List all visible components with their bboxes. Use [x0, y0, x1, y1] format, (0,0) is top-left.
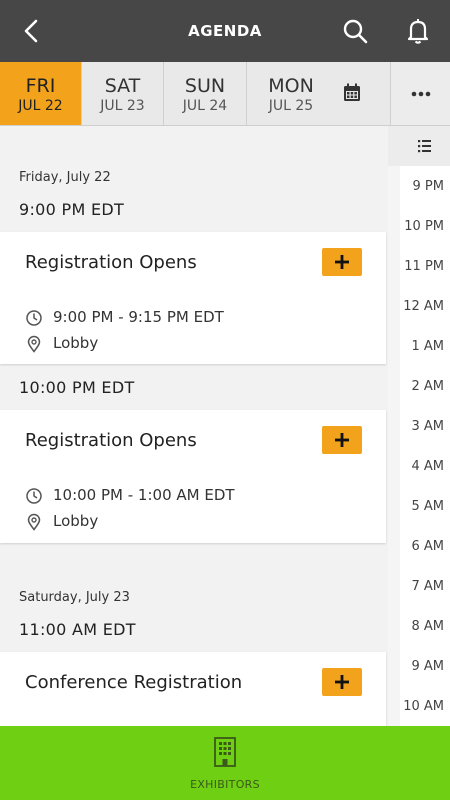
session-card[interactable]: Registration Opens 9:00 PM - 9:15 PM EDT…: [0, 232, 386, 364]
day-tab-name: SAT: [104, 75, 141, 97]
day-tab-date: JUL 23: [100, 98, 145, 114]
session-title: Conference Registration: [25, 672, 243, 693]
hour-label[interactable]: 5 AM: [411, 499, 444, 514]
hour-label[interactable]: 12 AM: [403, 299, 444, 314]
time-slot-label: 10:00 PM EDT: [19, 378, 135, 397]
hour-label[interactable]: 7 AM: [411, 579, 444, 594]
hour-label[interactable]: 9 AM: [411, 659, 444, 674]
add-to-schedule-button[interactable]: [322, 248, 362, 276]
bottom-nav: EXHIBITORS: [0, 726, 450, 800]
add-to-schedule-button[interactable]: [322, 426, 362, 454]
day-tab-date: JUL 25: [268, 98, 314, 114]
session-title: Registration Opens: [25, 252, 197, 273]
day-section-label: Saturday, July 23: [19, 590, 130, 605]
page-title: AGENDA: [188, 22, 262, 40]
day-tab-name: FRI: [25, 75, 56, 97]
hour-label[interactable]: 3 AM: [411, 419, 444, 434]
list-view-icon[interactable]: [388, 126, 450, 166]
hour-label[interactable]: 11 PM: [404, 259, 444, 274]
hour-label[interactable]: 4 AM: [411, 459, 444, 474]
bell-icon[interactable]: [403, 16, 433, 46]
session-time: 9:00 PM - 9:15 PM EDT: [53, 308, 224, 326]
calendar-icon[interactable]: [330, 80, 374, 110]
time-slot-label: 11:00 AM EDT: [19, 620, 136, 639]
clock-icon: [26, 488, 42, 504]
plus-icon: [335, 433, 349, 447]
plus-icon: [335, 675, 349, 689]
top-app-bar: AGENDA: [0, 0, 450, 62]
building-icon: [211, 736, 239, 768]
hour-label[interactable]: 6 AM: [411, 539, 444, 554]
exhibitors-label: EXHIBITORS: [190, 778, 260, 791]
location-pin-icon: [27, 335, 41, 353]
hour-label[interactable]: 10 PM: [404, 219, 444, 234]
time-scrubber[interactable]: 9 PM 10 PM 11 PM 12 AM 1 AM 2 AM 3 AM 4 …: [388, 126, 450, 726]
session-time: 10:00 PM - 1:00 AM EDT: [53, 486, 235, 504]
day-tab-date: JUL 22: [18, 98, 63, 114]
hour-list: 9 PM 10 PM 11 PM 12 AM 1 AM 2 AM 3 AM 4 …: [400, 166, 450, 726]
add-to-schedule-button[interactable]: [322, 668, 362, 696]
day-tab-name: MON: [268, 75, 314, 97]
exhibitors-tab[interactable]: EXHIBITORS: [170, 726, 280, 800]
hour-label[interactable]: 1 AM: [411, 339, 444, 354]
hour-label[interactable]: 2 AM: [411, 379, 444, 394]
day-section-label: Friday, July 22: [19, 170, 111, 185]
day-selector: FRI JUL 22 SAT JUL 23 SUN JUL 24 MON JUL…: [0, 62, 450, 126]
day-tab-mon[interactable]: MON JUL 25: [247, 62, 335, 125]
agenda-list[interactable]: Friday, July 22 9:00 PM EDT Registration…: [0, 126, 388, 726]
day-tab-fri[interactable]: FRI JUL 22: [0, 62, 82, 125]
hour-label[interactable]: 10 AM: [403, 699, 444, 714]
hour-label[interactable]: 9 PM: [413, 179, 444, 194]
day-tab-sun[interactable]: SUN JUL 24: [164, 62, 247, 125]
search-icon[interactable]: [340, 16, 370, 46]
clock-icon: [26, 310, 42, 326]
location-pin-icon: [27, 513, 41, 531]
time-slot-label: 9:00 PM EDT: [19, 200, 125, 219]
day-tab-name: SUN: [184, 75, 226, 97]
hour-label[interactable]: 8 AM: [411, 619, 444, 634]
session-card[interactable]: Conference Registration: [0, 652, 386, 726]
session-title: Registration Opens: [25, 430, 197, 451]
plus-icon: [335, 255, 349, 269]
session-location: Lobby: [53, 334, 99, 352]
session-location: Lobby: [53, 512, 99, 530]
day-tab-sat[interactable]: SAT JUL 23: [82, 62, 164, 125]
more-options-icon[interactable]: [390, 62, 450, 125]
session-card[interactable]: Registration Opens 10:00 PM - 1:00 AM ED…: [0, 410, 386, 543]
day-tab-date: JUL 24: [182, 98, 228, 114]
